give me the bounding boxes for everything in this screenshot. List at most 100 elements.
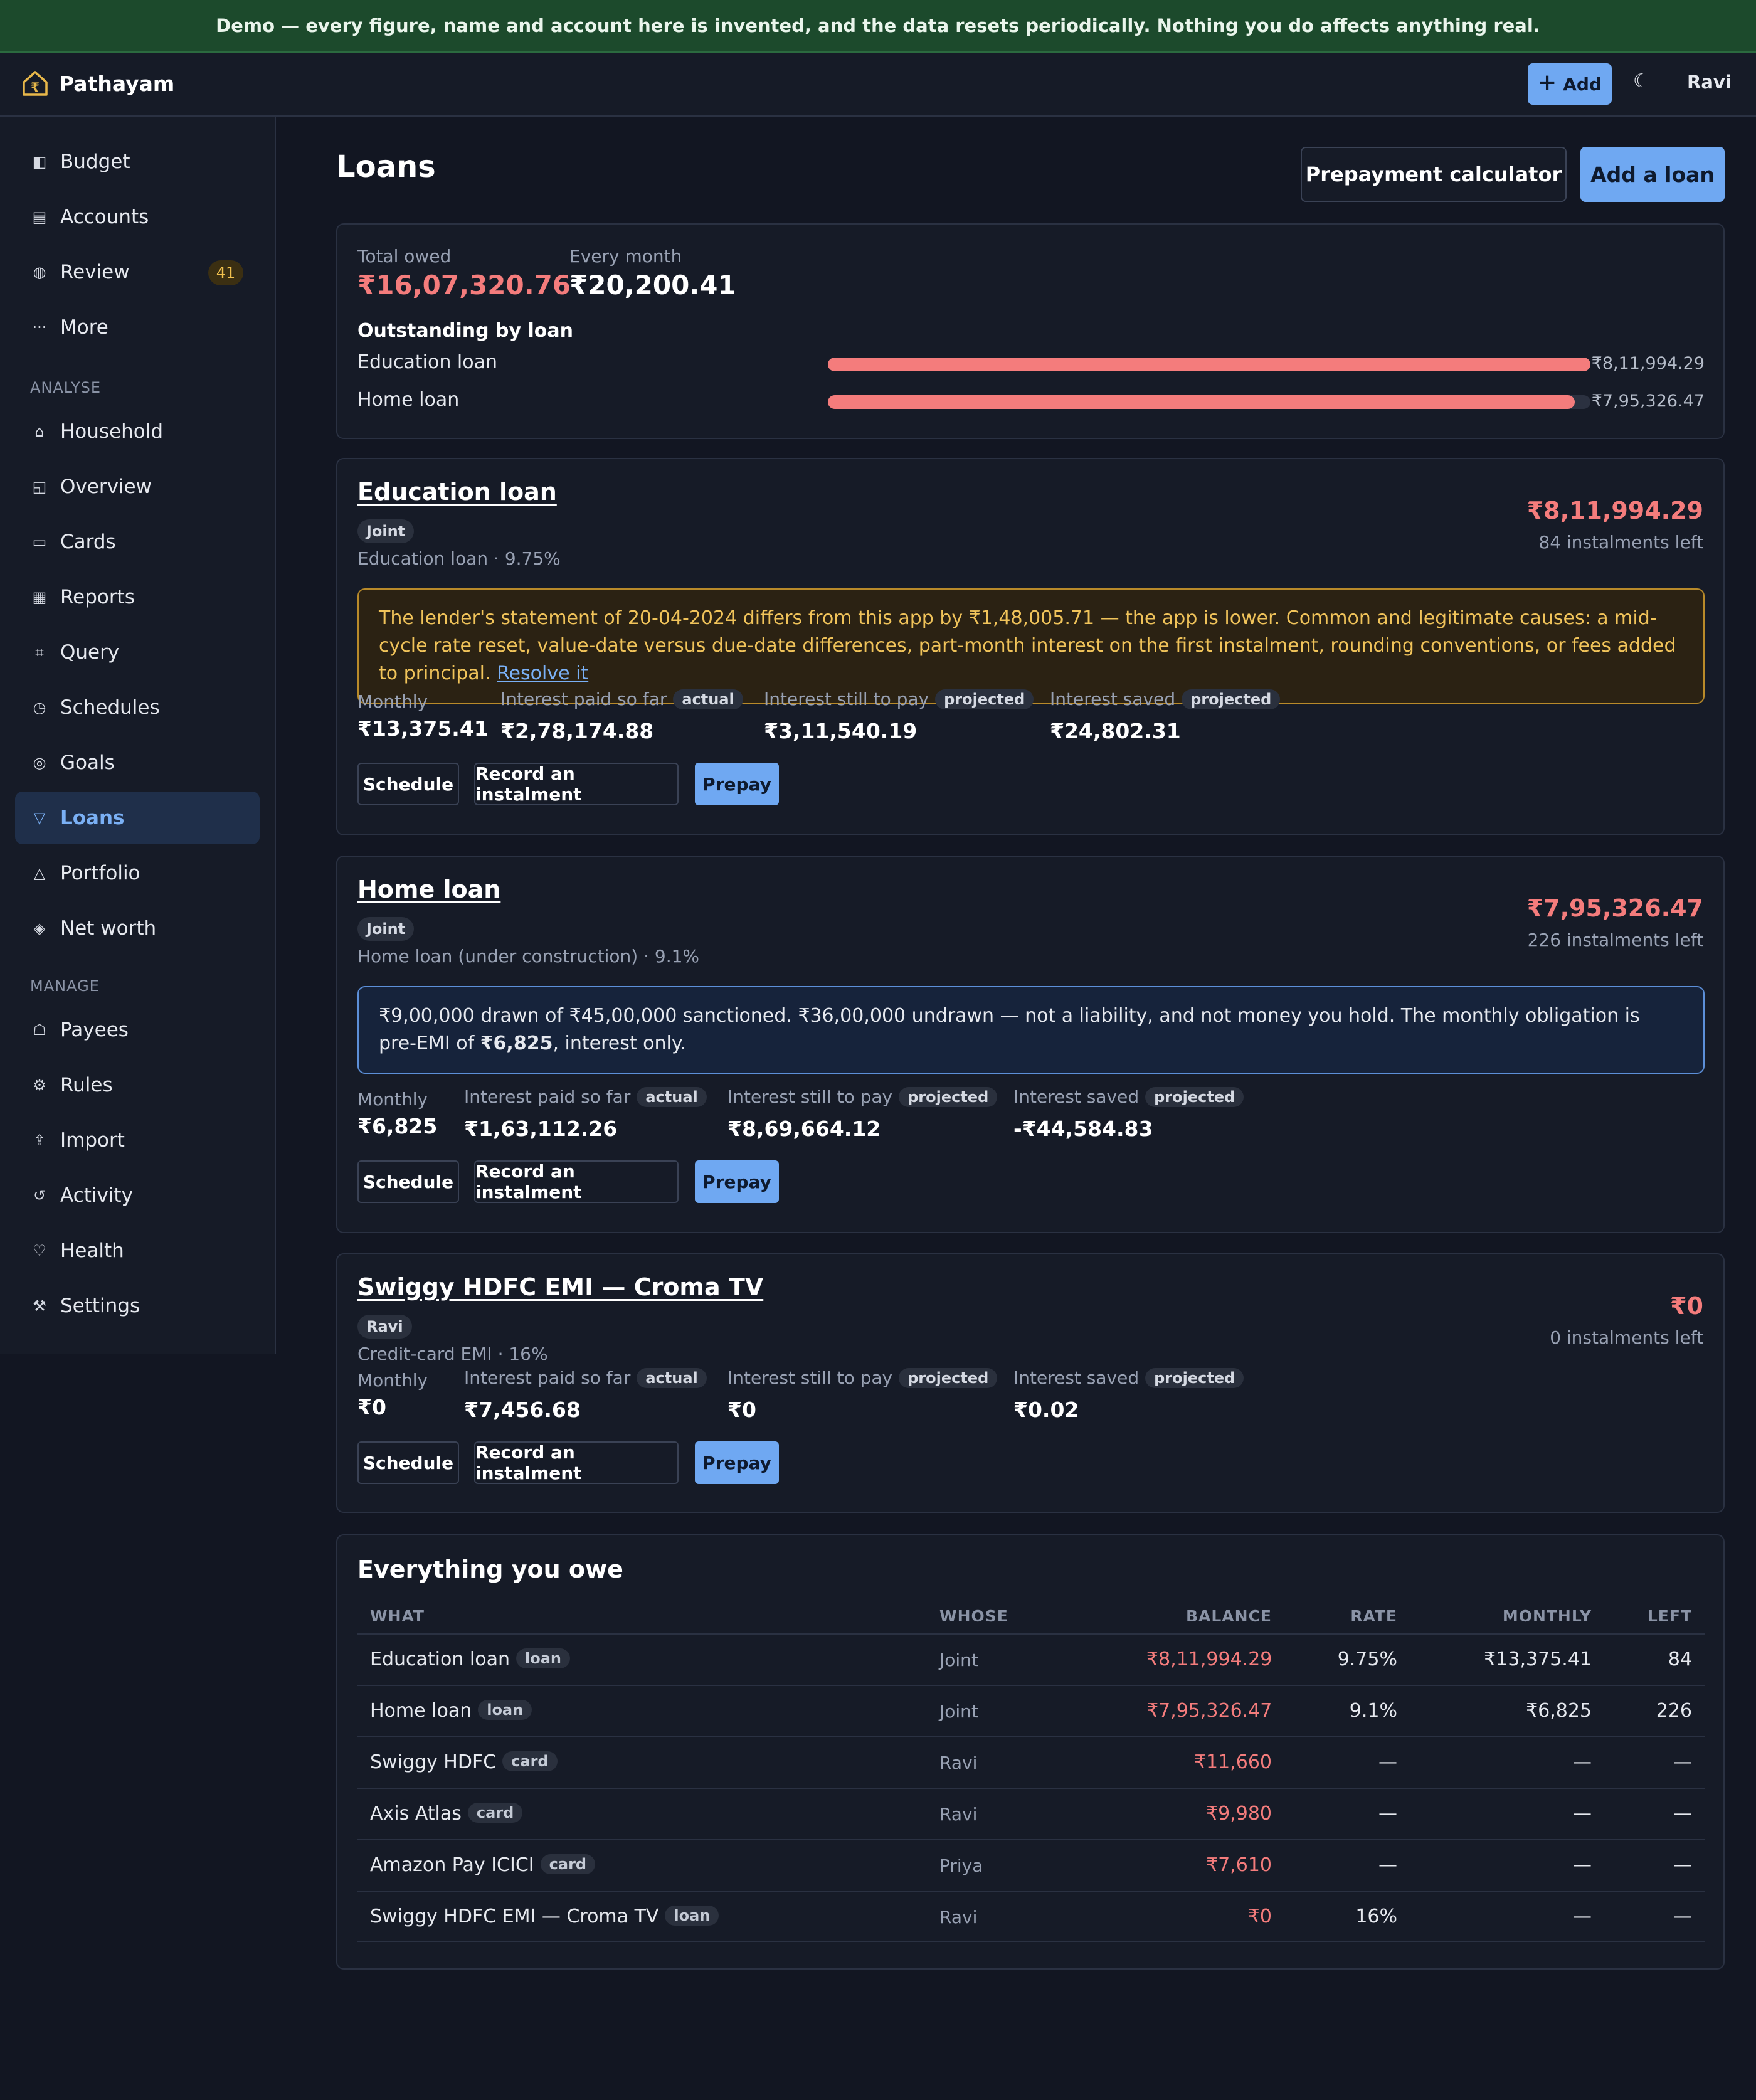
sidebar-item-label: Query xyxy=(60,641,120,664)
owner-pill: Joint xyxy=(357,519,415,543)
activity-icon: ↺ xyxy=(33,1187,46,1204)
bar-fill-home xyxy=(828,395,1575,409)
record-instalment-button[interactable]: Record an instalment xyxy=(474,763,679,805)
sidebar-item-settings[interactable]: ⚒ Settings xyxy=(15,1280,260,1332)
schedules-icon: ◷ xyxy=(33,699,46,716)
interest-to-pay-label: Interest still to pay projected xyxy=(727,1367,998,1388)
loan-subtitle: Home loan (under construction) · 9.1% xyxy=(357,946,700,967)
sidebar-item-rules[interactable]: ⚙ Rules xyxy=(15,1059,260,1111)
interest-paid-label: Interest paid so far actual xyxy=(464,1367,707,1388)
brand[interactable]: ₹ Pathayam xyxy=(20,68,174,98)
monthly-value: ₹6,825 xyxy=(357,1114,438,1138)
section-heading-analyse: ANALYSE xyxy=(30,379,102,396)
sidebar-item-portfolio[interactable]: △ Portfolio xyxy=(15,847,260,899)
sidebar-item-label: Import xyxy=(60,1129,125,1152)
prepay-button[interactable]: Prepay xyxy=(695,763,779,805)
interest-saved-value: ₹0.02 xyxy=(1013,1397,1079,1422)
every-month-label: Every month xyxy=(569,246,682,267)
record-instalment-button[interactable]: Record an instalment xyxy=(474,1441,679,1484)
cell-monthly: — xyxy=(1573,1751,1592,1773)
table-row[interactable]: Education loan loan Joint ₹8,11,994.29 9.75%… xyxy=(357,1633,1705,1685)
loan-name[interactable]: Home loan xyxy=(357,876,500,903)
interest-paid-label: Interest paid so far actual xyxy=(464,1086,707,1107)
cell-monthly: ₹13,375.41 xyxy=(1484,1648,1592,1670)
cell-what: Education loan loan xyxy=(370,1648,570,1670)
payees-icon: ☖ xyxy=(33,1021,46,1039)
more-icon: ··· xyxy=(32,319,47,336)
bar-value-home: ₹7,95,326.47 xyxy=(1591,391,1705,411)
table-row[interactable]: Amazon Pay ICICI card Priya ₹7,610 — — — xyxy=(357,1839,1705,1891)
instalments-left: 226 instalments left xyxy=(1527,930,1703,950)
sidebar-item-goals[interactable]: ◎ Goals xyxy=(15,736,260,789)
sidebar-item-cards[interactable]: ▭ Cards xyxy=(15,516,260,568)
page-title: Loans xyxy=(336,149,436,184)
sidebar-item-health[interactable]: ♡ Health xyxy=(15,1224,260,1277)
col-header-what: WHAT xyxy=(370,1607,425,1625)
cell-monthly: — xyxy=(1573,1906,1592,1928)
table-row[interactable]: Axis Atlas card Ravi ₹9,980 — — — xyxy=(357,1788,1705,1839)
accounts-icon: ▤ xyxy=(32,208,47,226)
sidebar-item-budget[interactable]: ◧ Budget xyxy=(15,135,260,188)
cell-rate: — xyxy=(1378,1751,1397,1773)
query-icon: ⌗ xyxy=(35,644,44,661)
cell-left: 84 xyxy=(1668,1648,1692,1670)
sidebar-item-loans[interactable]: ▽ Loans xyxy=(15,792,260,844)
cell-what: Axis Atlas card xyxy=(370,1803,523,1825)
sidebar-item-schedules[interactable]: ◷ Schedules xyxy=(15,681,260,734)
bar-fill-education xyxy=(828,358,1590,371)
outstanding-heading: Outstanding by loan xyxy=(357,320,574,342)
sidebar-item-label: Activity xyxy=(60,1184,133,1207)
prepay-button[interactable]: Prepay xyxy=(695,1441,779,1484)
cell-balance: ₹8,11,994.29 xyxy=(1146,1648,1272,1670)
sidebar-item-net-worth[interactable]: ◈ Net worth xyxy=(15,902,260,955)
owner-pill: Ravi xyxy=(357,1315,412,1339)
owe-table-card: Everything you owe WHAT WHOSE BALANCE RA… xyxy=(336,1534,1725,1970)
user-menu[interactable]: Ravi xyxy=(1687,72,1732,93)
add-loan-button[interactable]: Add a loan xyxy=(1580,147,1725,202)
kind-pill: loan xyxy=(478,1700,532,1720)
sidebar-item-import[interactable]: ⇪ Import xyxy=(15,1114,260,1167)
col-header-left: LEFT xyxy=(1647,1607,1692,1625)
cell-balance: ₹0 xyxy=(1247,1906,1272,1928)
cell-rate: — xyxy=(1378,1803,1397,1825)
demo-banner: Demo — every figure, name and account he… xyxy=(0,0,1756,53)
schedule-button[interactable]: Schedule xyxy=(357,1441,459,1484)
rules-icon: ⚙ xyxy=(33,1076,46,1094)
table-row[interactable]: Swiggy HDFC card Ravi ₹11,660 — — — xyxy=(357,1736,1705,1788)
interest-saved-label: Interest saved projected xyxy=(1013,1086,1244,1107)
sidebar-item-activity[interactable]: ↺ Activity xyxy=(15,1169,260,1222)
theme-toggle-moon-icon[interactable]: ☾ xyxy=(1633,70,1650,92)
budget-icon: ◧ xyxy=(32,153,47,171)
sidebar-item-review[interactable]: ◍ Review 41 xyxy=(15,246,260,299)
sidebar-item-more[interactable]: ··· More xyxy=(15,301,260,354)
monthly-label: Monthly xyxy=(357,691,428,712)
sidebar-item-label: Portfolio xyxy=(60,862,140,884)
sidebar-item-payees[interactable]: ☖ Payees xyxy=(15,1004,260,1056)
loan-name[interactable]: Swiggy HDFC EMI — Croma TV xyxy=(357,1273,763,1301)
loan-name[interactable]: Education loan xyxy=(357,478,557,506)
owe-table-title: Everything you owe xyxy=(357,1556,623,1583)
goals-icon: ◎ xyxy=(33,754,46,772)
sidebar-item-query[interactable]: ⌗ Query xyxy=(15,626,260,679)
record-instalment-button[interactable]: Record an instalment xyxy=(474,1160,679,1203)
loan-balance: ₹7,95,326.47 xyxy=(1526,894,1703,922)
sidebar-item-reports[interactable]: ▦ Reports xyxy=(15,571,260,623)
table-row[interactable]: Home loan loan Joint ₹7,95,326.47 9.1% ₹6,825… xyxy=(357,1685,1705,1736)
cell-whose: Ravi xyxy=(939,1753,978,1773)
cell-left: — xyxy=(1673,1803,1692,1825)
sidebar-item-household[interactable]: ⌂ Household xyxy=(15,405,260,458)
prepay-button[interactable]: Prepay xyxy=(695,1160,779,1203)
schedule-button[interactable]: Schedule xyxy=(357,763,459,805)
schedule-button[interactable]: Schedule xyxy=(357,1160,459,1203)
add-button[interactable]: + Add xyxy=(1528,63,1612,105)
sidebar-item-overview[interactable]: ◱ Overview xyxy=(15,460,260,513)
interest-paid-value: ₹1,63,112.26 xyxy=(464,1116,618,1141)
kind-pill: loan xyxy=(665,1906,719,1926)
prepayment-calculator-button[interactable]: Prepayment calculator xyxy=(1301,147,1567,202)
col-header-monthly: MONTHLY xyxy=(1502,1607,1592,1625)
sidebar-item-accounts[interactable]: ▤ Accounts xyxy=(15,191,260,243)
interest-to-pay-value: ₹0 xyxy=(727,1397,756,1422)
resolve-link[interactable]: Resolve it xyxy=(497,662,588,684)
overview-icon: ◱ xyxy=(32,478,47,496)
table-row[interactable]: Swiggy HDFC EMI — Croma TV loan Ravi ₹0 16% —… xyxy=(357,1891,1705,1942)
